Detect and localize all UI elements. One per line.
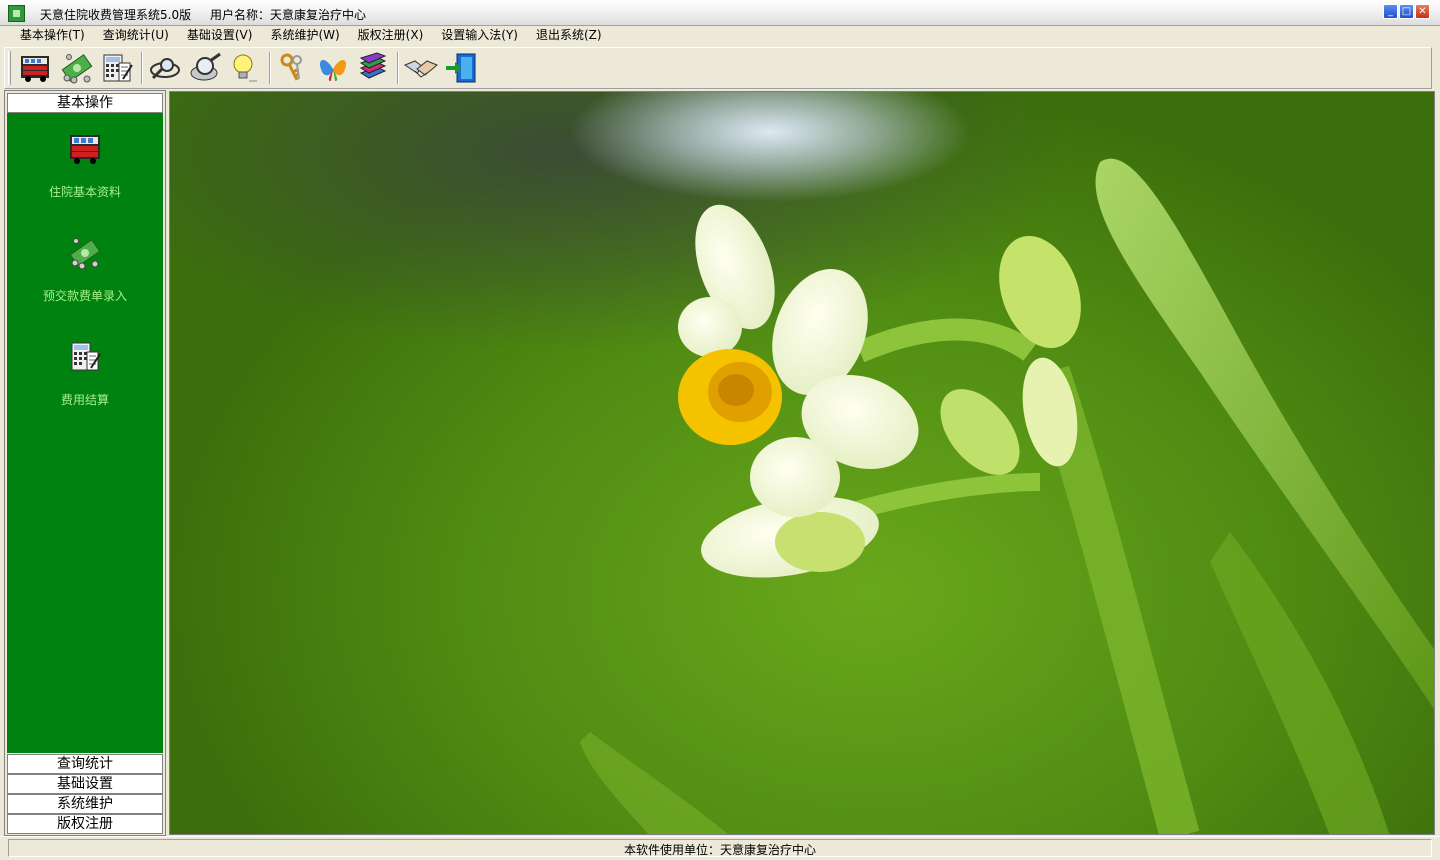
title-bar: 天意住院收费管理系统5.0版 用户名称：天意康复治疗中心 _ □ ✕	[0, 0, 1440, 26]
calculator-icon	[103, 54, 133, 82]
toolbar-separator	[397, 52, 399, 84]
toolbar-registration-button[interactable]	[315, 51, 351, 85]
toolbar-tips-button[interactable]	[227, 51, 263, 85]
menu-basic-operations[interactable]: 基本操作(T)	[12, 26, 93, 45]
group-header-basic-operations[interactable]: 基本操作	[7, 93, 163, 113]
menu-query-statistics[interactable]: 查询统计(U)	[95, 26, 177, 45]
nav-item-prepayment-entry[interactable]: 预交款费单录入	[7, 235, 163, 325]
group-header-basic-settings[interactable]: 基础设置	[7, 774, 163, 794]
bus-icon	[70, 135, 100, 164]
toolbar-find-button[interactable]	[188, 51, 224, 85]
exit-door-icon	[446, 53, 476, 83]
nav-label: 费用结算	[60, 393, 109, 407]
app-icon[interactable]	[8, 5, 25, 22]
close-button[interactable]: ✕	[1415, 4, 1430, 19]
group-body-basic-operations: 住院基本资料 预交款费单录入 费用结算	[7, 113, 163, 753]
lightbulb-icon	[233, 54, 257, 82]
nav-label: 预交款费单录入	[42, 289, 127, 303]
money-icon	[69, 238, 101, 270]
books-icon	[359, 52, 387, 79]
status-text: 本软件使用单位：天意康复治疗中心	[623, 843, 816, 857]
user-name-label: 用户名称：天意康复治疗中心	[210, 8, 367, 22]
group-header-copyright-registration[interactable]: 版权注册	[7, 814, 163, 834]
magnifier-icon	[150, 58, 180, 80]
minimize-button[interactable]: _	[1383, 4, 1398, 19]
menu-copyright-registration[interactable]: 版权注册(X)	[350, 26, 432, 45]
search-disk-icon	[190, 52, 221, 81]
maximize-button[interactable]: □	[1399, 4, 1414, 19]
toolbar-input-method-button[interactable]	[403, 51, 439, 85]
toolbar-grip[interactable]	[8, 51, 11, 85]
butterfly-icon	[319, 59, 347, 81]
toolbar-prepayment-button[interactable]	[59, 51, 95, 85]
status-panel: 本软件使用单位：天意康复治疗中心	[8, 839, 1432, 857]
bus-icon	[21, 56, 49, 82]
toolbar	[4, 47, 1432, 89]
menu-basic-settings[interactable]: 基础设置(V)	[179, 26, 261, 45]
nav-item-fee-settlement[interactable]: 费用结算	[7, 339, 163, 429]
group-header-system-maintenance[interactable]: 系统维护	[7, 794, 163, 814]
toolbar-query-button[interactable]	[147, 51, 183, 85]
menu-system-maintenance[interactable]: 系统维护(W)	[262, 26, 347, 45]
window-controls: _ □ ✕	[1383, 4, 1430, 19]
window-title: 天意住院收费管理系统5.0版	[40, 8, 192, 22]
menu-exit-system[interactable]: 退出系统(Z)	[528, 26, 610, 45]
toolbar-exit-button[interactable]	[443, 51, 479, 85]
menu-input-method[interactable]: 设置输入法(Y)	[433, 26, 526, 45]
toolbar-settlement-button[interactable]	[99, 51, 135, 85]
toolbar-separator	[269, 52, 271, 84]
toolbar-maintenance-button[interactable]	[275, 51, 311, 85]
calculator-icon	[71, 342, 101, 371]
background-image	[169, 91, 1435, 835]
status-bar: 本软件使用单位：天意康复治疗中心	[0, 836, 1440, 858]
group-header-query-statistics[interactable]: 查询统计	[7, 754, 163, 774]
toolbar-inpatient-button[interactable]	[17, 51, 53, 85]
toolbar-help-button[interactable]	[355, 51, 391, 85]
narcissus-flower-image	[580, 158, 1434, 834]
menu-bar: 基本操作(T) 查询统计(U) 基础设置(V) 系统维护(W) 版权注册(X) …	[0, 26, 1440, 45]
money-icon	[61, 54, 93, 84]
navigation-panel: 基本操作 住院基本资料 预交款费单录入 费用结算 查询统计 基础设置 系统维护 …	[4, 90, 166, 836]
toolbar-separator	[141, 52, 143, 84]
nav-label: 住院基本资料	[48, 185, 121, 199]
keys-icon	[280, 53, 302, 81]
handshake-icon	[403, 60, 438, 78]
nav-item-inpatient-info[interactable]: 住院基本资料	[7, 131, 163, 221]
